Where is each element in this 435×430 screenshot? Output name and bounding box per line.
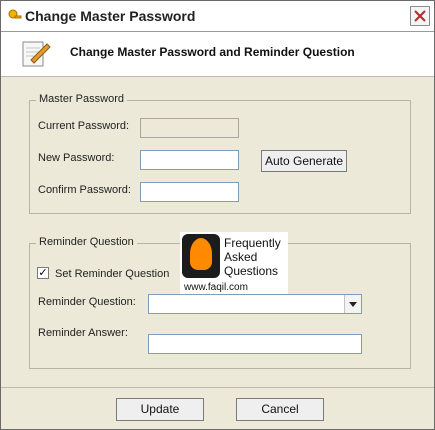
notepad-pen-icon [22,41,51,67]
watermark-line3: Questions [224,264,279,278]
window-title: Change Master Password [25,8,196,24]
dialog-header: Change Master Password and Reminder Ques… [1,32,434,77]
question-mark-icon [190,238,212,270]
reminder-answer-label: Reminder Answer: [38,327,128,339]
update-button[interactable]: Update [116,398,204,421]
confirm-password-label: Confirm Password: [38,184,131,196]
change-master-password-window: Change Master Password Change Master Pas… [0,0,435,430]
close-icon [414,10,426,22]
close-button[interactable] [410,6,430,26]
watermark-line1: Frequently [224,236,281,250]
faq-logo-icon [182,234,220,278]
new-password-label: New Password: [38,152,115,164]
current-password-field [140,118,239,138]
cancel-button[interactable]: Cancel [236,398,324,421]
master-password-group-label: Master Password [36,93,127,105]
faq-watermark: Frequently Asked Questions www.faqil.com [180,232,288,294]
footer-divider [1,387,434,388]
watermark-line2: Asked [224,250,258,264]
reminder-question-select[interactable] [148,294,362,314]
reminder-question-label: Reminder Question: [38,296,136,308]
reminder-answer-field[interactable] [148,334,362,354]
reminder-question-group-label: Reminder Question [36,236,137,248]
set-reminder-label: Set Reminder Question [55,268,170,280]
auto-generate-button[interactable]: Auto Generate [261,150,347,172]
key-icon [8,9,22,19]
confirm-password-field[interactable] [140,182,239,202]
new-password-field[interactable] [140,150,239,170]
header-title: Change Master Password and Reminder Ques… [70,45,355,59]
current-password-label: Current Password: [38,120,130,132]
set-reminder-checkbox[interactable]: ✓ [37,267,49,279]
title-bar[interactable]: Change Master Password [1,1,434,32]
watermark-url: www.faqil.com [184,282,248,293]
chevron-down-icon[interactable] [344,295,361,313]
